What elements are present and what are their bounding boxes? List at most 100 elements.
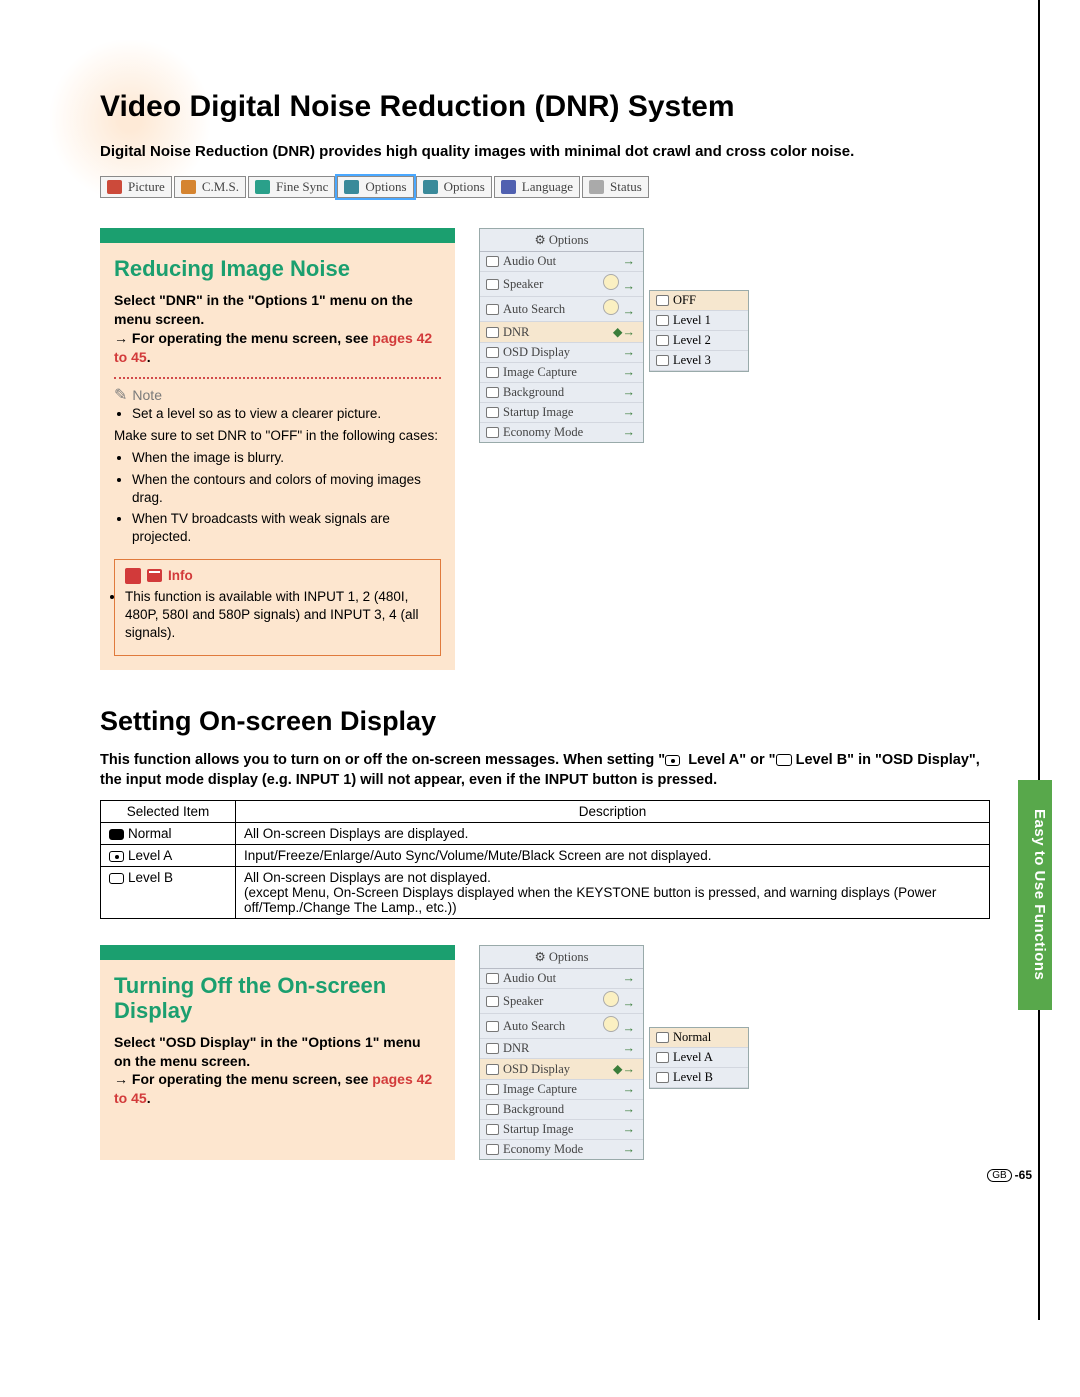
osd-row-indicator: →: [623, 254, 638, 269]
menu-label: Picture: [128, 179, 165, 195]
item-icon: [109, 829, 124, 840]
osd-sub-row[interactable]: OFF: [650, 291, 748, 311]
osd-row[interactable]: DNR◆→: [480, 322, 643, 343]
osd-row[interactable]: Auto Search →: [480, 1014, 643, 1039]
osd-row[interactable]: Auto Search →: [480, 297, 643, 322]
instruction-2: Select "OSD Display" in the "Options 1" …: [114, 1033, 441, 1071]
osd-row[interactable]: Speaker →: [480, 272, 643, 297]
osd-row-icon: [486, 407, 499, 418]
menu-icon: [107, 180, 122, 194]
section-reducing-noise: Reducing Image Noise Select "DNR" in the…: [100, 228, 455, 670]
osd-title-text-2: Options: [549, 950, 589, 964]
menu-button-cms[interactable]: C.M.S.: [174, 176, 246, 198]
osd-row[interactable]: OSD Display◆→: [480, 1059, 643, 1080]
page-lang-badge: GB: [987, 1169, 1011, 1182]
osd-row-icon: [486, 1043, 499, 1054]
osd-row-icon: [486, 304, 499, 315]
osd-row-label: Image Capture: [503, 365, 577, 380]
table-header-item: Selected Item: [101, 801, 236, 823]
osd-panel-main-1: ⚙ Options Audio Out→Speaker →Auto Search…: [479, 228, 644, 443]
osd-row-icon: [486, 1144, 499, 1155]
osd-panel-main-2: ⚙ Options Audio Out→Speaker →Auto Search…: [479, 945, 644, 1160]
period-2: .: [147, 1090, 151, 1106]
osd-row-indicator: →: [623, 1041, 638, 1056]
instruction-1b-text: → For operating the menu screen, see: [114, 330, 372, 346]
osd-row[interactable]: Economy Mode →: [480, 1140, 643, 1159]
osd-row[interactable]: Startup Image →: [480, 403, 643, 423]
menu-icon: [344, 180, 359, 194]
osd-sub-label: Level B: [673, 1070, 713, 1085]
intro2-b: Level A" or ": [684, 752, 775, 768]
table-row: Level AInput/Freeze/Enlarge/Auto Sync/Vo…: [101, 845, 990, 867]
section-green-bar: [100, 228, 455, 243]
osd-row-icon: [486, 1104, 499, 1115]
osd-row-label: Startup Image: [503, 1122, 573, 1137]
page-heading-1: Video Digital Noise Reduction (DNR) Syst…: [100, 90, 990, 124]
instruction-1b: → For operating the menu screen, see pag…: [114, 329, 441, 367]
page-edge-rule: [1038, 0, 1040, 1320]
osd-title-text: Options: [549, 233, 589, 247]
osd-sub-icon: [656, 315, 669, 326]
osd-panel-title-1: ⚙ Options: [480, 229, 643, 252]
menu-icon: [181, 180, 196, 194]
note-body: Set a level so as to view a clearer pict…: [114, 405, 441, 547]
table-cell-item: Normal: [101, 823, 236, 845]
info-heading: Info: [125, 568, 430, 584]
osd-row-indicator: →: [603, 274, 637, 294]
osd-sub-panel-2: NormalLevel A Level B: [649, 1027, 749, 1089]
table-cell-desc: All On-screen Displays are displayed.: [236, 823, 990, 845]
menu-button-language[interactable]: Language: [494, 176, 580, 198]
side-tab: Easy to Use Functions: [1018, 780, 1052, 1010]
section-title-1: Reducing Image Noise: [114, 257, 441, 281]
level-b-glyph-icon: [776, 754, 792, 766]
osd-row-icon: [486, 367, 499, 378]
osd-sub-label: Level 2: [673, 333, 711, 348]
osd-row-icon: [486, 279, 499, 290]
level-a-glyph-icon: [665, 755, 680, 766]
osd-row-label: Economy Mode: [503, 1142, 583, 1157]
menu-icon: [255, 180, 270, 194]
osd-row-indicator: →: [623, 1082, 638, 1097]
osd-row-indicator: →: [623, 1142, 638, 1157]
osd-row-indicator: →: [603, 1016, 637, 1036]
osd-sub-label: Level 3: [673, 353, 711, 368]
osd-row-icon: [486, 1064, 499, 1075]
item-icon: [109, 873, 124, 884]
menu-label: Options: [444, 179, 485, 195]
osd-row[interactable]: Background→: [480, 383, 643, 403]
menu-button-finesync[interactable]: Fine Sync: [248, 176, 335, 198]
osd-sub-row[interactable]: Level B: [650, 1068, 748, 1088]
osd-sub-icon: [656, 295, 669, 306]
osd-row[interactable]: Economy Mode→: [480, 423, 643, 442]
osd-sub-row[interactable]: Level 2: [650, 331, 748, 351]
osd-row[interactable]: Image Capture→: [480, 1080, 643, 1100]
osd-row[interactable]: Audio Out→: [480, 969, 643, 989]
osd-sub-row[interactable]: Level A: [650, 1048, 748, 1068]
osd-row[interactable]: Audio Out→: [480, 252, 643, 272]
intro-paragraph-1: Digital Noise Reduction (DNR) provides h…: [100, 142, 990, 162]
osd-sub-label: Level 1: [673, 313, 711, 328]
osd-sub-icon: [656, 1032, 669, 1043]
osd-row[interactable]: Speaker →: [480, 989, 643, 1014]
osd-sub-row[interactable]: Level 3: [650, 351, 748, 371]
section-title-2: Turning Off the On-screen Display: [114, 974, 441, 1022]
osd-preview-2: ⚙ Options Audio Out→Speaker →Auto Search…: [479, 945, 749, 1160]
menu-button-status[interactable]: Status: [582, 176, 649, 198]
menu-button-options[interactable]: Options: [337, 176, 413, 198]
osd-row[interactable]: Image Capture→: [480, 363, 643, 383]
table-cell-item: Level B: [101, 867, 236, 919]
osd-sub-row[interactable]: Normal: [650, 1028, 748, 1048]
osd-row[interactable]: Startup Image→: [480, 1120, 643, 1140]
osd-sub-row[interactable]: Level 1: [650, 311, 748, 331]
section-turning-off-osd: Turning Off the On-screen Display Select…: [100, 945, 455, 1160]
osd-row-label: Startup Image: [503, 405, 573, 420]
menu-button-options[interactable]: Options: [416, 176, 492, 198]
menu-button-picture[interactable]: Picture: [100, 176, 172, 198]
note-label: Note: [132, 387, 162, 403]
menu-label: Fine Sync: [276, 179, 328, 195]
osd-row[interactable]: OSD Display→: [480, 343, 643, 363]
osd-row-indicator: →: [623, 405, 638, 420]
osd-row-icon: [486, 1124, 499, 1135]
osd-row[interactable]: DNR→: [480, 1039, 643, 1059]
osd-row[interactable]: Background→: [480, 1100, 643, 1120]
